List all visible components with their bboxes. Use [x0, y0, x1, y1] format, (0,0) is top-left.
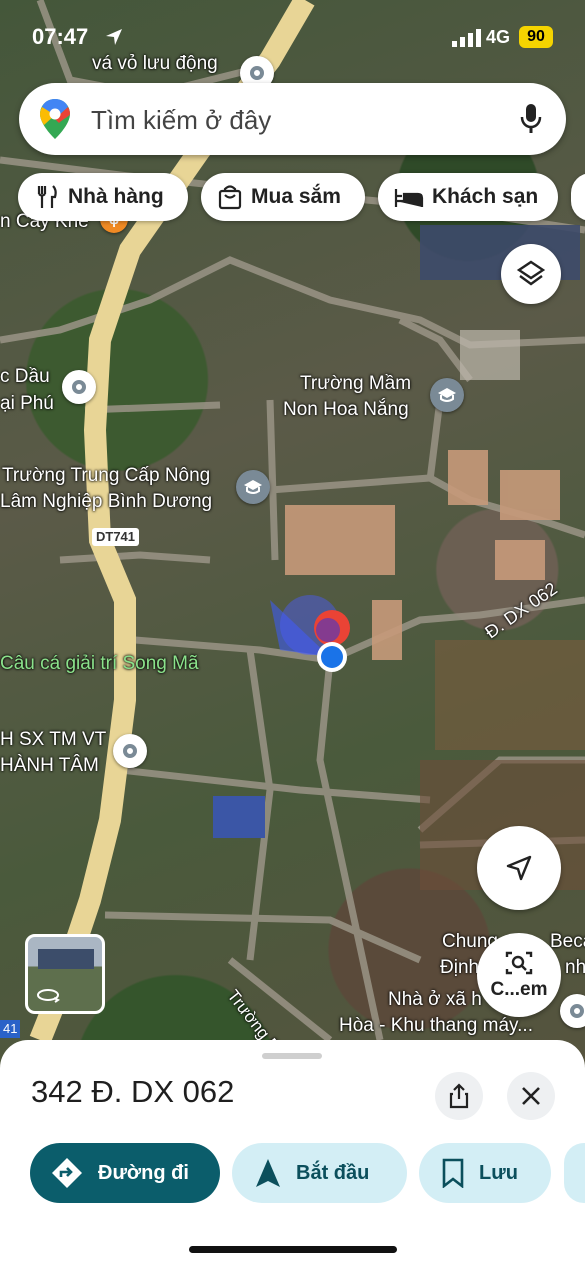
poi-marker-icon[interactable] — [62, 370, 96, 404]
map-label-mam-non-1[interactable]: Trường Mầm — [300, 372, 411, 396]
search-placeholder[interactable]: Tìm kiếm ở đây — [91, 105, 271, 136]
school-poi-icon[interactable] — [236, 470, 270, 504]
current-location-dot — [321, 646, 343, 668]
bed-icon — [394, 189, 424, 207]
map-label-sx-2[interactable]: HÀNH TÂM — [0, 754, 99, 778]
sheet-drag-handle[interactable] — [262, 1053, 322, 1059]
signal-bars-icon — [452, 29, 481, 47]
place-title: 342 Đ. DX 062 — [31, 1074, 235, 1109]
close-button[interactable] — [507, 1072, 555, 1120]
chip-label: Nhà hàng — [68, 185, 164, 208]
road-shield-dt741: DT741 — [92, 528, 140, 546]
shopping-bag-icon — [218, 185, 242, 210]
chip-label: Mua sắm — [251, 185, 341, 208]
recenter-button[interactable] — [477, 826, 561, 910]
directions-icon — [52, 1158, 82, 1188]
map-label-cau-ca[interactable]: Câu cá giải trí Song Mã — [0, 652, 199, 676]
map-label-nha-o-1[interactable]: Nhà ở xã h — [388, 988, 482, 1012]
search-bar[interactable]: Tìm kiếm ở đây — [19, 83, 566, 155]
home-indicator[interactable] — [189, 1246, 397, 1253]
map-label-chung-2b[interactable]: nh — [565, 956, 585, 980]
save-label: Lưu — [479, 1161, 518, 1184]
map-label-ai-phu[interactable]: ại Phú — [0, 392, 54, 416]
map-label-trung-cap-2[interactable]: Lâm Nghiệp Bình Dương — [0, 490, 212, 514]
battery-indicator: 90 — [519, 26, 553, 48]
camera-search-icon — [505, 951, 533, 975]
network-type: 4G — [486, 27, 511, 47]
layers-icon — [516, 260, 546, 286]
rotate-360-icon — [37, 989, 60, 1003]
close-icon — [522, 1087, 540, 1105]
status-time: 07:47 — [32, 24, 89, 49]
bookmark-icon — [442, 1158, 464, 1188]
navigation-arrow-icon — [506, 855, 532, 881]
status-bar: 07:47 4G 90 — [0, 0, 585, 70]
chip-label: Khách sạn — [432, 185, 539, 208]
directions-button[interactable]: Đường đi — [30, 1143, 220, 1203]
map-label-c-dau[interactable]: c Dầu — [0, 365, 50, 389]
save-button[interactable]: Lưu — [419, 1143, 551, 1203]
layers-button[interactable] — [501, 244, 561, 304]
map-label-trung-cap-1[interactable]: Trường Trung Cấp Nông — [2, 464, 210, 488]
map-label-chung-2[interactable]: Định — [440, 956, 479, 980]
start-button[interactable]: Bắt đầu — [232, 1143, 407, 1203]
start-label: Bắt đầu — [296, 1161, 370, 1184]
share-icon — [449, 1083, 469, 1109]
chip-nha-hang[interactable]: Nhà hàng — [18, 173, 188, 221]
chip-mua-sam[interactable]: Mua sắm — [201, 173, 365, 221]
microphone-icon[interactable] — [519, 103, 543, 135]
map-label-mam-non-2[interactable]: Non Hoa Nắng — [283, 398, 409, 422]
navigation-arrow-icon — [256, 1159, 280, 1187]
map-label-sx-1[interactable]: H SX TM VT — [0, 728, 106, 752]
location-arrow-icon — [106, 29, 122, 45]
map-label-nha-o-2[interactable]: Hòa - Khu thang máy... — [339, 1014, 533, 1038]
directions-label: Đường đi — [98, 1161, 189, 1184]
google-maps-logo-icon — [40, 99, 70, 139]
map-label-chung-1b[interactable]: Beca — [550, 930, 585, 954]
street-view-thumbnail[interactable] — [25, 934, 105, 1014]
chip-khach-san[interactable]: Khách sạn — [378, 173, 558, 221]
lens-button[interactable]: C...em — [477, 933, 561, 1017]
share-button[interactable] — [435, 1072, 483, 1120]
school-poi-icon[interactable] — [430, 378, 464, 412]
road-shield-left: 41 — [0, 1020, 21, 1038]
fork-knife-icon — [37, 185, 57, 208]
more-actions-button[interactable] — [564, 1143, 585, 1203]
poi-marker-icon[interactable] — [113, 734, 147, 768]
lens-label: C...em — [490, 979, 548, 1000]
